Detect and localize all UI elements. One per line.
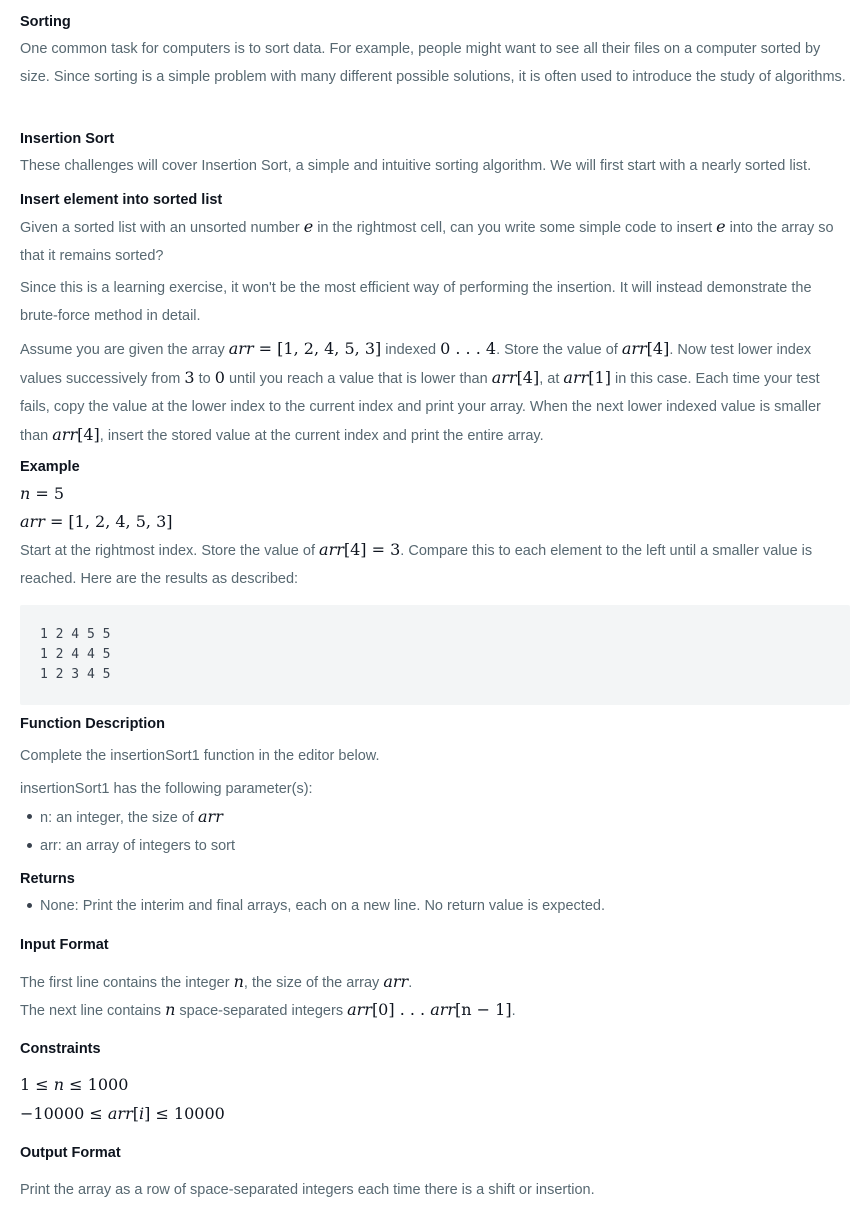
insert-element-paragraph-1: Given a sorted list with an unsorted num… — [20, 217, 834, 264]
code-line: 1 2 4 4 5 — [40, 647, 111, 662]
output-format-text: Print the array as a row of space-separa… — [20, 1182, 595, 1198]
heading-sorting: Sorting — [20, 14, 71, 30]
input-format-line-2: The next line contains n space-separated… — [20, 1000, 516, 1019]
code-line: 1 2 4 5 5 — [40, 627, 111, 642]
list-item: None: Print the interim and final arrays… — [20, 892, 850, 920]
example-output-code-block: 1 2 4 5 5 1 2 4 4 5 1 2 3 4 5 — [20, 605, 850, 705]
sorting-paragraph: One common task for computers is to sort… — [20, 41, 846, 85]
heading-input-format: Input Format — [20, 937, 109, 953]
problem-statement: Sorting One common task for computers is… — [0, 0, 868, 1218]
heading-returns: Returns — [20, 871, 75, 887]
example-paragraph: Start at the rightmost index. Store the … — [20, 540, 813, 587]
heading-output-format: Output Format — [20, 1145, 121, 1161]
list-item: arr: an array of integers to sort — [20, 832, 850, 860]
code-line: 1 2 3 4 5 — [40, 667, 111, 682]
example-arr: arr = [1, 2, 4, 5, 3] — [20, 512, 173, 531]
insert-element-paragraph-3: Assume you are given the array arr = [1,… — [20, 339, 821, 444]
insertion-sort-paragraph: These challenges will cover Insertion So… — [20, 158, 812, 174]
heading-example: Example — [20, 459, 80, 475]
example-n: n = 5 — [20, 484, 65, 503]
heading-function-description: Function Description — [20, 716, 165, 732]
heading-constraints: Constraints — [20, 1041, 101, 1057]
constraint-arr: −10000 ≤ arr[i] ≤ 10000 — [20, 1104, 225, 1123]
math-e: e — [716, 217, 726, 236]
math-e: e — [303, 217, 314, 236]
heading-insert-element: Insert element into sorted list — [20, 192, 223, 208]
list-item: n: an integer, the size of arr — [20, 803, 850, 832]
returns-list: None: Print the interim and final arrays… — [20, 892, 850, 920]
heading-insertion-sort: Insertion Sort — [20, 131, 115, 147]
input-format-line-1: The first line contains the integer n, t… — [20, 972, 413, 991]
function-description-text: Complete the insertionSort1 function in … — [20, 748, 380, 764]
parameter-list: n: an integer, the size of arr arr: an a… — [20, 803, 850, 860]
constraint-n: 1 ≤ n ≤ 1000 — [20, 1075, 129, 1094]
function-parameters-intro: insertionSort1 has the following paramet… — [20, 781, 313, 797]
insert-element-paragraph-2: Since this is a learning exercise, it wo… — [20, 280, 812, 324]
